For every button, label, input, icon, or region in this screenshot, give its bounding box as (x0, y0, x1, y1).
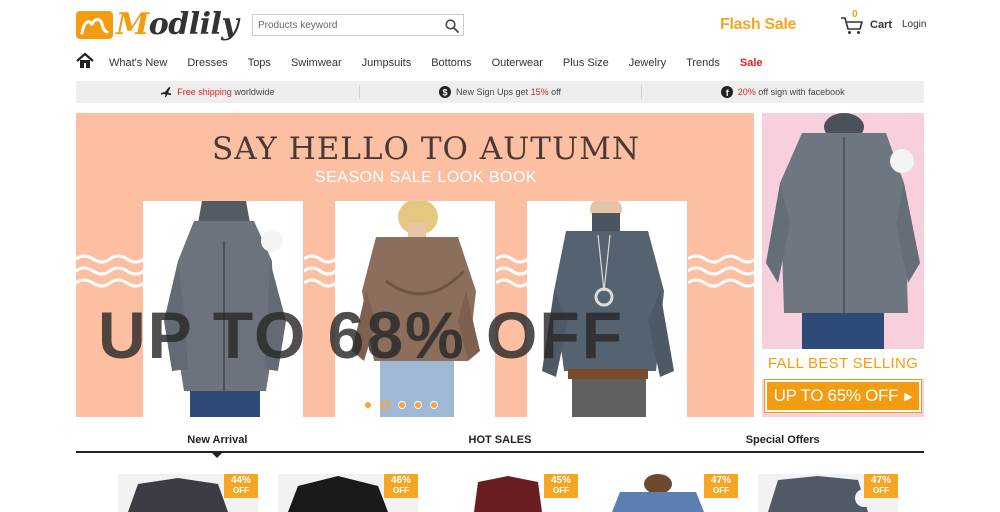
wave-decoration-mid2 (496, 254, 528, 288)
side-banner-label: FALL BEST SELLING (762, 349, 924, 379)
discount-badge-1: 44% OFF (224, 474, 258, 498)
side-banner-button-label: UP TO 65% OFF (773, 386, 899, 405)
discount-badge-2: 46% OFF (384, 474, 418, 498)
hero-title: SAY HELLO TO AUTUMN (212, 131, 640, 167)
promo-shipping[interactable]: Free shipping worldwide (76, 81, 359, 103)
promo-shipping-text: worldwide (234, 87, 275, 97)
hero-subtitle: SEASON SALE LOOK BOOK (314, 169, 538, 186)
promo-strip: Free shipping worldwide $ New Sign Ups g… (76, 81, 924, 103)
promo-signup-highlight: 15% (530, 87, 549, 97)
discount-value-2: 46% (390, 475, 411, 486)
search-button[interactable] (443, 17, 461, 35)
promo-signup-text-pre: New Sign Ups get (456, 87, 529, 97)
nav-item-plus-size[interactable]: Plus Size (563, 57, 609, 69)
discount-off-1: OFF (233, 486, 249, 495)
search-input[interactable] (253, 15, 433, 35)
cart-label: Cart (870, 19, 893, 31)
nav-item-sale[interactable]: Sale (740, 57, 763, 69)
product-card-5[interactable]: 47% OFF (758, 474, 898, 512)
product-list: 44% OFF 46% OFF 45% OFF 47% OFF 47% OFF (118, 474, 918, 512)
discount-value-1: 44% (230, 475, 251, 486)
discount-off-2: OFF (393, 486, 409, 495)
product-card-2[interactable]: 46% OFF (278, 474, 418, 512)
logo-text-rest: odlily (148, 7, 239, 42)
nav-item-tops[interactable]: Tops (248, 57, 271, 69)
site-header: Modlily Flash Sale 0 Cart Login (76, 0, 926, 48)
dollar-icon: $ (439, 86, 452, 98)
search-icon (445, 19, 459, 33)
product-card-4[interactable]: 47% OFF (598, 474, 738, 512)
home-icon (76, 52, 94, 68)
logo-mark-icon (76, 11, 113, 39)
logo-text: Modlily (116, 7, 239, 42)
login-link[interactable]: Login (902, 19, 926, 30)
discount-off-3: OFF (553, 486, 569, 495)
main-nav: What's New Dresses Tops Swimwear Jumpsui… (76, 50, 924, 76)
nav-item-trends[interactable]: Trends (686, 57, 720, 69)
side-model-image (762, 113, 924, 349)
discount-badge-3: 45% OFF (544, 474, 578, 498)
nav-item-outerwear[interactable]: Outerwear (492, 57, 543, 69)
hero-offer-text: UP TO 68% OFF (98, 298, 625, 372)
promo-signup[interactable]: $ New Sign Ups get 15% off (358, 81, 642, 103)
nav-item-swimwear[interactable]: Swimwear (291, 57, 342, 69)
promo-shipping-highlight: Free shipping (177, 87, 232, 97)
carousel-dot-3[interactable] (398, 401, 406, 409)
nav-item-jewelry[interactable]: Jewelry (629, 57, 666, 69)
discount-badge-4: 47% OFF (704, 474, 738, 498)
carousel-dot-1[interactable] (364, 401, 372, 409)
flash-sale-link[interactable]: Flash Sale (720, 16, 796, 34)
facebook-icon: f (720, 86, 733, 98)
tab-hot-sales[interactable]: HOT SALES (359, 431, 642, 451)
discount-value-3: 45% (550, 475, 571, 486)
promo-facebook[interactable]: f 20% off sign with facebook (641, 81, 924, 103)
plane-icon (160, 86, 172, 98)
discount-off-4: OFF (713, 486, 729, 495)
discount-value-4: 47% (710, 475, 731, 486)
svg-text:$: $ (443, 87, 448, 97)
side-banner[interactable]: FALL BEST SELLING UP TO 65% OFF ▶ (762, 113, 924, 417)
promo-facebook-highlight: 20% (737, 87, 756, 97)
hero-banner[interactable]: SAY HELLO TO AUTUMN SEASON SALE LOOK BOO… (76, 113, 754, 417)
cart-icon: 0 (840, 9, 864, 35)
play-arrow-icon: ▶ (904, 390, 913, 403)
promo-facebook-text: off sign with facebook (758, 87, 845, 97)
product-tabs: New Arrival HOT SALES Special Offers (76, 431, 924, 458)
tab-new-arrival[interactable]: New Arrival (76, 431, 359, 458)
cart-count: 0 (852, 9, 858, 20)
carousel-dot-2[interactable] (380, 400, 390, 410)
site-logo[interactable]: Modlily (76, 7, 239, 42)
promo-signup-text-post: off (551, 87, 561, 97)
discount-off-5: OFF (873, 486, 889, 495)
side-banner-button[interactable]: UP TO 65% OFF ▶ (764, 379, 922, 413)
discount-value-5: 47% (870, 475, 891, 486)
nav-item-jumpsuits[interactable]: Jumpsuits (362, 57, 412, 69)
tab-special-offers[interactable]: Special Offers (641, 431, 924, 451)
carousel-dots (364, 400, 438, 410)
carousel-dot-5[interactable] (430, 401, 438, 409)
wave-decoration-left (76, 254, 145, 288)
carousel-dot-4[interactable] (414, 401, 422, 409)
logo-text-accent: M (116, 7, 149, 42)
product-card-3[interactable]: 45% OFF (438, 474, 578, 512)
wave-decoration-right (688, 254, 754, 288)
product-card-1[interactable]: 44% OFF (118, 474, 258, 512)
discount-badge-5: 47% OFF (864, 474, 898, 498)
search-bar (252, 14, 464, 36)
nav-item-whats-new[interactable]: What's New (109, 57, 167, 69)
cart-button[interactable]: 0 Cart (840, 9, 893, 35)
wave-decoration-mid1 (304, 254, 336, 288)
nav-home[interactable] (76, 52, 94, 70)
nav-item-bottoms[interactable]: Bottoms (431, 57, 471, 69)
nav-item-dresses[interactable]: Dresses (187, 57, 227, 69)
